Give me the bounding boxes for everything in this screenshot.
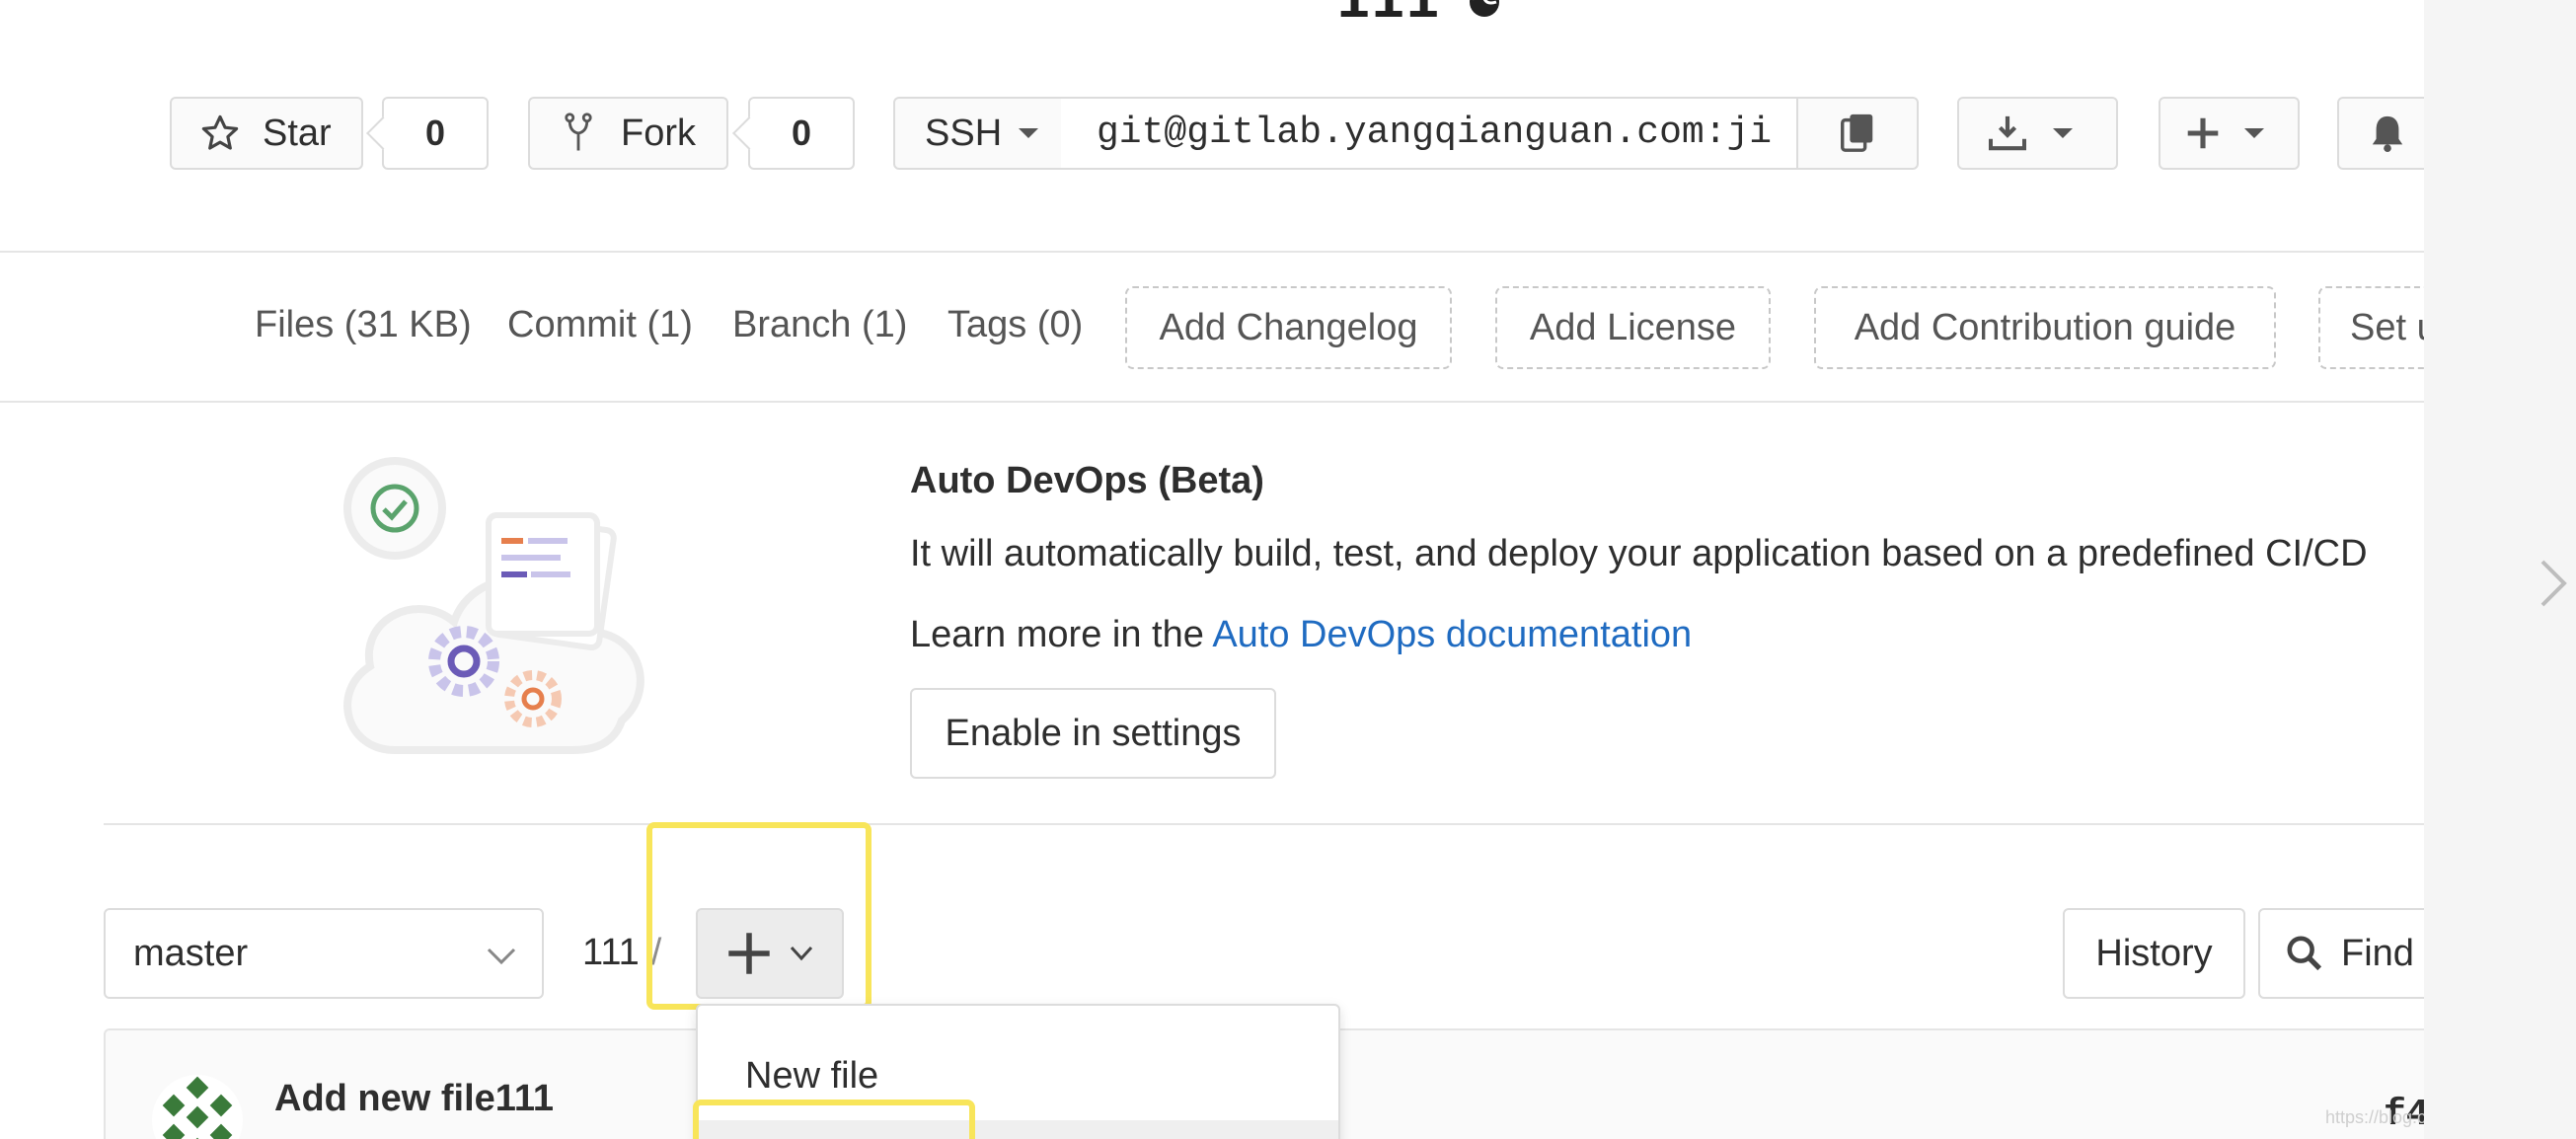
commit-title[interactable]: Add new file111 xyxy=(274,1078,554,1120)
avatar xyxy=(152,1075,243,1139)
highlight-box xyxy=(646,822,871,1010)
watermark: https://blog.csdn.net/qq_41938368 xyxy=(2325,1107,2424,1127)
learn-more-prefix: Learn more in the xyxy=(910,614,1213,655)
caret-down-icon xyxy=(2053,128,2073,138)
branch-name: master xyxy=(133,932,249,974)
highlight-box xyxy=(693,1100,975,1139)
search-icon xyxy=(2287,936,2322,971)
add-contribution-guide-button[interactable]: Add Contribution guide xyxy=(1814,286,2276,369)
branch-select[interactable]: master xyxy=(104,908,544,999)
add-changelog-button[interactable]: Add Changelog xyxy=(1125,286,1452,369)
auto-devops-illustration xyxy=(343,457,644,754)
caret-down-icon xyxy=(2244,128,2264,138)
auto-devops-learn-more: Learn more in the Auto DevOps documentat… xyxy=(910,614,1692,656)
plus-icon xyxy=(2187,117,2219,149)
star-icon xyxy=(201,114,239,150)
commits-stat[interactable]: Commit (1) xyxy=(507,304,693,346)
enable-in-settings-button[interactable]: Enable in settings xyxy=(910,688,1276,779)
branches-stat[interactable]: Branch (1) xyxy=(732,304,907,346)
clipboard-icon xyxy=(1841,114,1873,152)
fork-label: Fork xyxy=(621,112,696,154)
project-page: 111 Star 0 Fork 0 SSH git@gitlab.yangqia… xyxy=(0,0,2424,1139)
star-count-value: 0 xyxy=(424,113,446,153)
clone-url-input[interactable]: git@gitlab.yangqianguan.com:ji xyxy=(1061,97,1798,170)
fork-icon xyxy=(565,113,592,151)
download-dropdown[interactable] xyxy=(1957,97,2118,170)
caret-down-icon xyxy=(1019,128,1039,138)
new-item-dropdown[interactable] xyxy=(2159,97,2300,170)
chevron-right-icon[interactable] xyxy=(2538,558,2568,609)
auto-devops-description: It will automatically build, test, and d… xyxy=(910,533,2368,574)
star-button[interactable]: Star xyxy=(170,97,363,170)
clone-protocol-dropdown[interactable]: SSH xyxy=(893,97,1063,170)
find-file-button[interactable]: Find xyxy=(2258,908,2424,999)
chevron-down-icon xyxy=(487,948,516,965)
globe-icon xyxy=(1469,0,1499,17)
find-label: Find xyxy=(2341,932,2414,974)
fork-count[interactable]: 0 xyxy=(748,97,855,170)
tags-stat[interactable]: Tags (0) xyxy=(947,304,1083,346)
divider xyxy=(0,251,2424,253)
copy-url-button[interactable] xyxy=(1796,97,1919,170)
auto-devops-title: Auto DevOps (Beta) xyxy=(910,460,1264,501)
bell-icon xyxy=(2372,115,2403,152)
files-stat[interactable]: Files (31 KB) xyxy=(255,304,472,346)
set-up-ci-button[interactable]: Set u xyxy=(2318,286,2424,369)
history-button[interactable]: History xyxy=(2063,908,2245,999)
breadcrumb-project[interactable]: 111 xyxy=(582,932,640,973)
project-title: 111 xyxy=(1337,0,1502,31)
add-license-button[interactable]: Add License xyxy=(1495,286,1771,369)
menu-item-new-file[interactable]: New file xyxy=(745,1055,878,1098)
star-label: Star xyxy=(263,112,332,154)
clone-protocol-label: SSH xyxy=(925,112,1003,154)
notification-button[interactable] xyxy=(2337,97,2424,170)
star-count[interactable]: 0 xyxy=(382,97,489,170)
divider xyxy=(104,823,2424,825)
fork-button[interactable]: Fork xyxy=(528,97,728,170)
download-icon xyxy=(1989,115,2026,151)
auto-devops-docs-link[interactable]: Auto DevOps documentation xyxy=(1212,614,1692,655)
fork-count-value: 0 xyxy=(791,113,812,153)
divider xyxy=(0,401,2424,403)
